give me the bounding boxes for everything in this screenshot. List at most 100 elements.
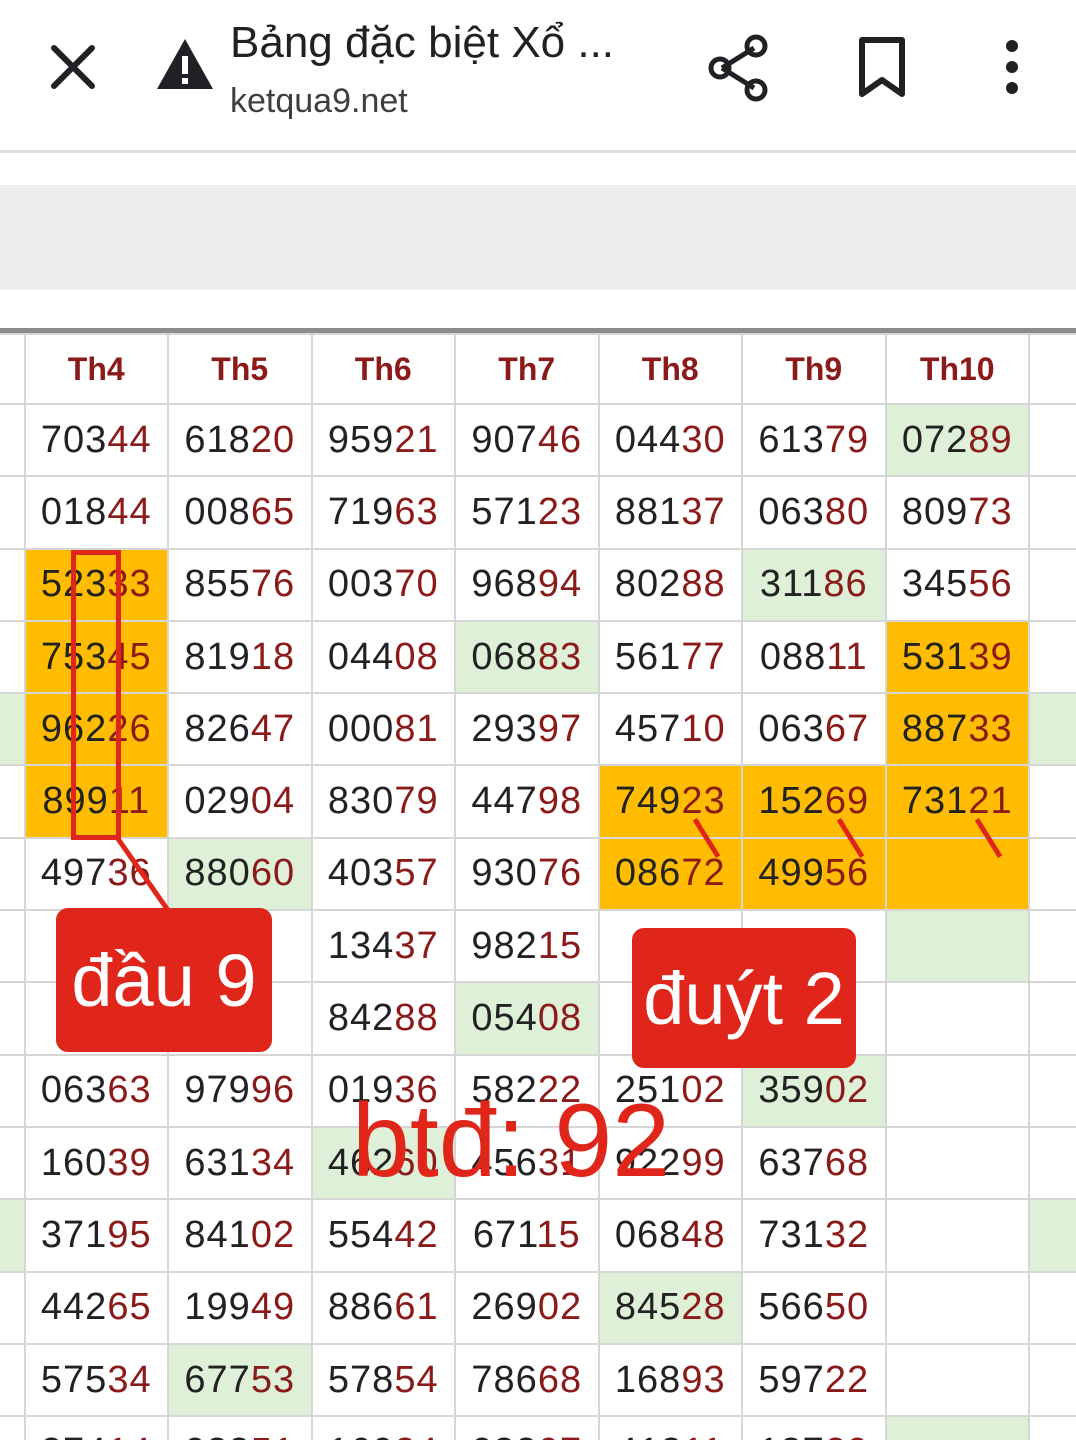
bookmark-icon[interactable] xyxy=(850,34,914,100)
result-digits-tail: 70 xyxy=(394,563,439,606)
result-digits-tail: 18 xyxy=(250,635,296,678)
result-cell: 19949 xyxy=(167,1270,313,1345)
result-digits-head: 497 xyxy=(40,852,108,895)
result-digits-head: 677 xyxy=(184,1358,251,1401)
result-digits-tail: 56 xyxy=(824,852,870,895)
result-digits-tail: 56 xyxy=(968,563,1013,606)
result-cell: 5 xyxy=(0,547,26,622)
result-cell: 9 xyxy=(0,764,26,839)
result-cell: 85576 xyxy=(167,547,313,622)
column-header xyxy=(0,333,26,405)
result-cell: 49736 xyxy=(23,836,169,912)
result-digits-head: 802 xyxy=(614,563,682,606)
table-row: 552333855760037096894802883118634556 xyxy=(0,547,1076,622)
result-cell: 06367 xyxy=(741,692,887,767)
result-cell: 08307 xyxy=(454,1415,600,1440)
result-digits-head: 044 xyxy=(327,635,395,678)
more-vert-icon[interactable] xyxy=(990,34,1034,100)
page-url[interactable]: ketqua9.net xyxy=(230,82,408,121)
result-digits-tail: 79 xyxy=(824,418,870,461)
result-digits-tail: 76 xyxy=(250,563,296,606)
result-digits-head: 086 xyxy=(614,852,682,895)
result-digits-head: 345 xyxy=(901,563,969,606)
result-digits-head: 359 xyxy=(758,1069,825,1112)
result-digits-head: 578 xyxy=(327,1358,395,1401)
result-digits-tail: 02 xyxy=(537,1286,583,1329)
result-digits-head: 160 xyxy=(328,1431,394,1440)
result-cell xyxy=(1028,909,1076,984)
result-cell xyxy=(1028,836,1076,912)
result-cell: 07289 xyxy=(884,402,1030,478)
result-digits-head: 063 xyxy=(758,707,825,750)
result-digits-tail: 94 xyxy=(537,563,583,606)
result-cell: 57123 xyxy=(454,475,600,550)
result-digits-head: 199 xyxy=(184,1286,251,1329)
result-digits-head: 845 xyxy=(614,1286,682,1329)
result-cell xyxy=(884,1125,1030,1201)
result-cell xyxy=(1028,1053,1076,1128)
result-cell: 08672 xyxy=(597,836,743,912)
result-digits-tail: 37 xyxy=(394,924,439,967)
result-digits-head: 003 xyxy=(327,563,395,606)
result-cell: 16024 xyxy=(310,1415,456,1440)
result-digits-tail: 15 xyxy=(537,924,583,967)
result-digits-tail: 08 xyxy=(537,997,583,1040)
result-digits-head: 613 xyxy=(758,418,825,461)
result-cell: 83079 xyxy=(310,764,456,839)
result-digits-tail: 63 xyxy=(394,490,439,533)
result-digits-head: 152 xyxy=(758,780,825,823)
result-digits-tail: 30 xyxy=(681,418,726,461)
result-cell xyxy=(884,1342,1030,1418)
result-digits-tail: 68 xyxy=(537,1358,583,1401)
result-digits-tail: 39 xyxy=(107,1141,152,1184)
table-row: 989911029048307944798749231526973121 xyxy=(0,764,1076,839)
result-digits-tail: 11 xyxy=(683,1431,724,1440)
result-cell: 67753 xyxy=(167,1342,313,1418)
result-cell: 88733 xyxy=(884,692,1030,767)
result-cell xyxy=(1028,1270,1076,1345)
warning-icon[interactable] xyxy=(155,36,215,92)
close-icon[interactable] xyxy=(40,34,106,100)
page-title: Bảng đặc biệt Xổ ... xyxy=(230,18,615,67)
result-cell: 53139 xyxy=(884,619,1030,695)
result-cell: 80973 xyxy=(884,475,1030,550)
result-digits-tail: 24 xyxy=(394,1431,438,1440)
result-digits-head: 731 xyxy=(901,780,969,823)
results-table-container[interactable]: Th4Th5Th6Th7Th8Th9Th10Th 270344618209592… xyxy=(0,328,1076,1440)
result-cell: 81918 xyxy=(167,619,313,695)
result-digits-tail: 80 xyxy=(824,490,870,533)
result-digits-tail: 72 xyxy=(681,852,726,895)
result-digits-tail: 60 xyxy=(250,852,296,895)
result-digits-tail: 96 xyxy=(250,1069,296,1112)
result-cell: 73132 xyxy=(741,1198,887,1273)
result-cell: 84528 xyxy=(597,1270,743,1345)
result-digits-tail: 89 xyxy=(968,418,1013,461)
result-digits-tail: 02 xyxy=(250,1213,296,1256)
result-digits-head: 088 xyxy=(759,635,827,678)
result-cell: 05408 xyxy=(454,981,600,1056)
result-digits-tail: 21 xyxy=(968,780,1013,823)
result-cell: 29397 xyxy=(454,692,600,767)
result-digits-tail: 83 xyxy=(537,635,583,678)
column-header: Th9 xyxy=(741,333,887,405)
result-cell: 71963 xyxy=(310,475,456,550)
table-row: 9575346775357854786681689359722 xyxy=(0,1342,1076,1418)
result-digits-tail: 37 xyxy=(681,490,726,533)
result-cell: 63768 xyxy=(741,1125,887,1201)
result-cell: 41811 xyxy=(597,1415,743,1440)
result-digits-tail: 73 xyxy=(968,490,1013,533)
result-cell: 9 xyxy=(0,1342,26,1418)
result-cell xyxy=(884,981,1030,1056)
result-digits-head: 063 xyxy=(40,1069,108,1112)
result-digits-tail: 79 xyxy=(394,780,439,823)
result-digits-tail: 47 xyxy=(250,707,296,750)
result-cell xyxy=(1028,1198,1076,1273)
share-icon[interactable] xyxy=(702,32,774,104)
result-cell: 34556 xyxy=(884,547,1030,622)
result-cell: 56650 xyxy=(741,1270,887,1345)
result-digits-head: 293 xyxy=(471,707,538,750)
result-cell: 37414 xyxy=(23,1415,169,1440)
result-digits-head: 982 xyxy=(471,924,538,967)
result-cell: 61820 xyxy=(167,402,313,478)
result-digits-tail: 49 xyxy=(250,1286,296,1329)
